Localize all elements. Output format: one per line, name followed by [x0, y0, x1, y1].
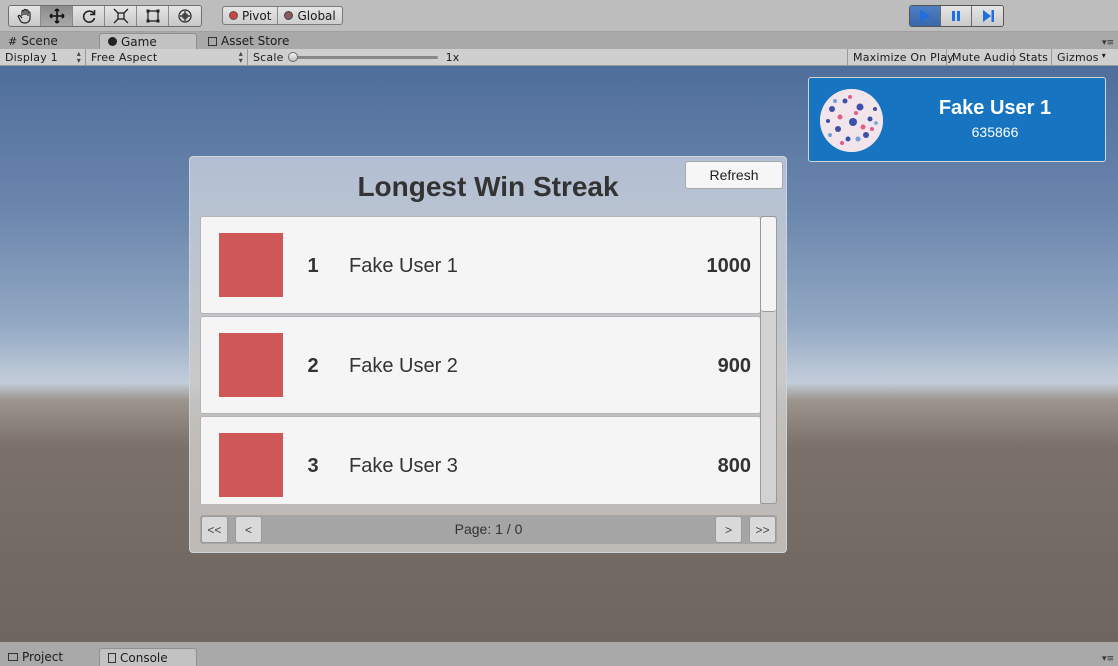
- mute-audio-toggle[interactable]: Mute Audio: [947, 49, 1017, 65]
- scale-slider-knob[interactable]: [287, 51, 298, 62]
- console-icon: [108, 652, 116, 663]
- scale-tool-button[interactable]: [105, 6, 137, 26]
- leaderboard-row[interactable]: 2 Fake User 2 900: [200, 316, 761, 414]
- pivot-icon: [229, 11, 238, 20]
- maximize-on-play-toggle[interactable]: Maximize On Play: [848, 49, 954, 65]
- pivot-button[interactable]: Pivot: [223, 7, 279, 24]
- avatar[interactable]: [820, 89, 883, 152]
- tab-menu-icon[interactable]: ▾≡: [1102, 38, 1114, 48]
- playback-controls: [909, 5, 1004, 27]
- gizmos-dropdown[interactable]: Gizmos ▾: [1052, 49, 1108, 65]
- tab-project[interactable]: Project: [0, 648, 97, 666]
- pagination-bar: << < Page: 1 / 0 > >>: [200, 515, 777, 544]
- main-toolbar: Pivot Global: [0, 0, 1118, 32]
- step-icon: [982, 10, 994, 22]
- gizmos-label: Gizmos: [1057, 50, 1099, 64]
- pivot-label: Pivot: [242, 8, 272, 23]
- row-player-name: Fake User 1: [349, 255, 458, 277]
- scale-control: Scale 1x: [248, 49, 848, 65]
- play-icon: [920, 10, 931, 22]
- scrollbar-thumb[interactable]: [761, 217, 776, 312]
- row-player-name: Fake User 2: [349, 355, 458, 377]
- row-score: 900: [717, 355, 751, 377]
- row-score: 1000: [706, 255, 752, 277]
- step-button[interactable]: [972, 6, 1003, 26]
- rotate-icon: [82, 10, 95, 23]
- rect-icon: [146, 9, 159, 23]
- game-view-toolbar: Display 1 ▴ ▾ Free Aspect ▴ ▾ Scale 1x Max…: [0, 49, 1118, 66]
- play-button[interactable]: [910, 6, 941, 26]
- game-view: Fake User 1 635866 Longest Win Streak Re…: [0, 66, 1118, 642]
- hand-tool-button[interactable]: [9, 6, 41, 26]
- scale-value: 1x: [445, 50, 460, 64]
- aspect-dropdown[interactable]: Free Aspect ▴ ▾: [86, 49, 248, 65]
- aspect-label: Free Aspect: [91, 50, 158, 64]
- stats-label: Stats: [1019, 50, 1049, 64]
- move-tool-button[interactable]: [41, 6, 73, 26]
- rect-tool-button[interactable]: [137, 6, 169, 26]
- user-score: 635866: [971, 124, 1019, 140]
- rotate-tool-button[interactable]: [73, 6, 105, 26]
- refresh-button[interactable]: Refresh: [685, 161, 783, 189]
- tab-game[interactable]: Game: [99, 33, 197, 49]
- hand-icon: [17, 8, 31, 24]
- row-rank: 3: [307, 455, 319, 477]
- bottom-tabs: Project Console ▾≡: [0, 642, 1118, 666]
- global-button[interactable]: Global: [278, 7, 341, 24]
- dropdown-arrows-icon: ▴ ▾: [76, 49, 81, 65]
- player-thumbnail: [219, 433, 283, 497]
- scale-icon: [113, 8, 128, 24]
- display-label: Display 1: [5, 50, 58, 64]
- row-rank: 2: [307, 355, 319, 377]
- tab-project-label: Project: [22, 650, 64, 664]
- pacman-icon: [108, 37, 117, 46]
- tab-scene[interactable]: # Scene: [0, 33, 97, 49]
- globe-icon: [284, 11, 294, 20]
- scale-label: Scale: [253, 50, 284, 64]
- next-page-button[interactable]: >: [715, 516, 742, 543]
- leaderboard-list[interactable]: 1 Fake User 1 1000 2 Fake User 2 900 3 F…: [200, 216, 761, 504]
- maximize-label: Maximize On Play: [853, 50, 954, 64]
- row-score: 800: [717, 455, 751, 477]
- tab-scene-label: Scene: [21, 34, 58, 48]
- row-player-name: Fake User 3: [349, 455, 458, 477]
- pause-button[interactable]: [941, 6, 972, 26]
- row-rank: 1: [307, 255, 319, 277]
- user-name: Fake User 1: [938, 97, 1052, 119]
- transform-icon: [178, 9, 192, 23]
- move-icon: [48, 8, 65, 24]
- bag-icon: [208, 36, 217, 46]
- tab-asset-store[interactable]: Asset Store: [200, 33, 320, 49]
- tab-asset-store-label: Asset Store: [221, 34, 290, 48]
- user-profile-panel: Fake User 1 635866: [808, 77, 1106, 162]
- avatar-image: [820, 89, 883, 152]
- leaderboard-row[interactable]: 1 Fake User 1 1000: [200, 216, 761, 314]
- view-tabs: # Scene Game Asset Store ▾≡: [0, 32, 1118, 49]
- folder-icon: [8, 653, 18, 661]
- tab-game-label: Game: [121, 34, 157, 49]
- display-dropdown[interactable]: Display 1 ▴ ▾: [0, 49, 86, 65]
- leaderboard-panel: Longest Win Streak Refresh 1 Fake User 1…: [189, 156, 787, 553]
- chevron-down-icon: ▾: [1101, 51, 1106, 60]
- dropdown-arrows-icon: ▴ ▾: [238, 49, 243, 65]
- tab-console-label: Console: [120, 650, 168, 665]
- tab-console[interactable]: Console: [99, 648, 197, 666]
- tab-menu-icon[interactable]: ▾≡: [1102, 654, 1114, 664]
- grid-icon: #: [8, 34, 18, 48]
- list-scrollbar[interactable]: [760, 216, 777, 504]
- transform-tool-button[interactable]: [169, 6, 201, 26]
- player-thumbnail: [219, 233, 283, 297]
- scale-slider[interactable]: [287, 51, 438, 62]
- last-page-button[interactable]: >>: [749, 516, 776, 543]
- leaderboard-row[interactable]: 3 Fake User 3 800: [200, 416, 761, 504]
- page-indicator: Page: 1 / 0: [454, 521, 523, 537]
- player-thumbnail: [219, 333, 283, 397]
- pivot-toggle-group: Pivot Global: [222, 6, 343, 25]
- pause-icon: [952, 11, 960, 21]
- transform-tools: [8, 5, 202, 27]
- mute-label: Mute Audio: [952, 50, 1017, 64]
- global-label: Global: [297, 8, 336, 23]
- stats-toggle[interactable]: Stats: [1014, 49, 1052, 65]
